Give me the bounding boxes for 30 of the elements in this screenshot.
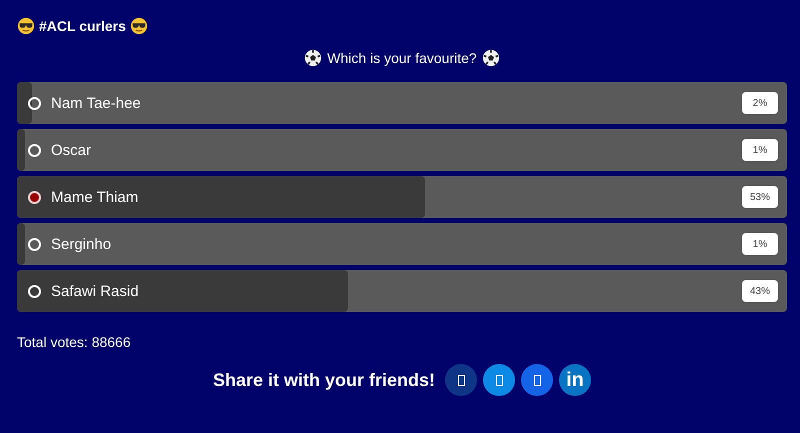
option-label: Mame Thiam <box>51 188 138 206</box>
option-label: Serginho <box>51 236 112 252</box>
percent-badge: 1% <box>742 139 778 161</box>
share-button[interactable] <box>445 364 478 396</box>
option-label: Safawi Rasid <box>51 282 139 300</box>
placeholder-glyph-icon <box>458 374 465 386</box>
poll-option[interactable]: Serginho 1% <box>17 223 787 265</box>
poll-option[interactable]: Oscar 1% <box>17 129 787 171</box>
poll-question: Which is your favourite? <box>327 50 477 66</box>
percent-badge: 1% <box>742 233 778 255</box>
poll-option[interactable]: Safawi Rasid 43% <box>17 270 787 312</box>
share-label: Share it with your friends! <box>212 370 436 390</box>
placeholder-glyph-icon <box>534 374 541 386</box>
total-votes: Total votes: 88666 <box>17 334 132 350</box>
share-button[interactable] <box>483 364 516 396</box>
percent-badge: 2% <box>742 92 778 114</box>
poll-title: #ACL curlers <box>39 18 126 34</box>
option-label: Oscar <box>51 142 92 158</box>
percent-badge: 53% <box>742 186 778 208</box>
soccer-ball-icon <box>304 49 322 67</box>
option-label: Nam Tae-hee <box>51 94 141 112</box>
sunglasses-face-icon <box>17 17 35 35</box>
placeholder-glyph-icon <box>496 374 503 386</box>
percent-badge: 43% <box>742 280 778 302</box>
poll-option[interactable]: Mame Thiam 53% <box>17 176 787 218</box>
linkedin-share-button[interactable]: in <box>559 364 592 396</box>
share-button[interactable] <box>521 364 554 396</box>
sunglasses-face-icon <box>130 17 148 35</box>
soccer-ball-icon <box>482 49 500 67</box>
poll-option[interactable]: Nam Tae-hee 2% <box>17 82 787 124</box>
